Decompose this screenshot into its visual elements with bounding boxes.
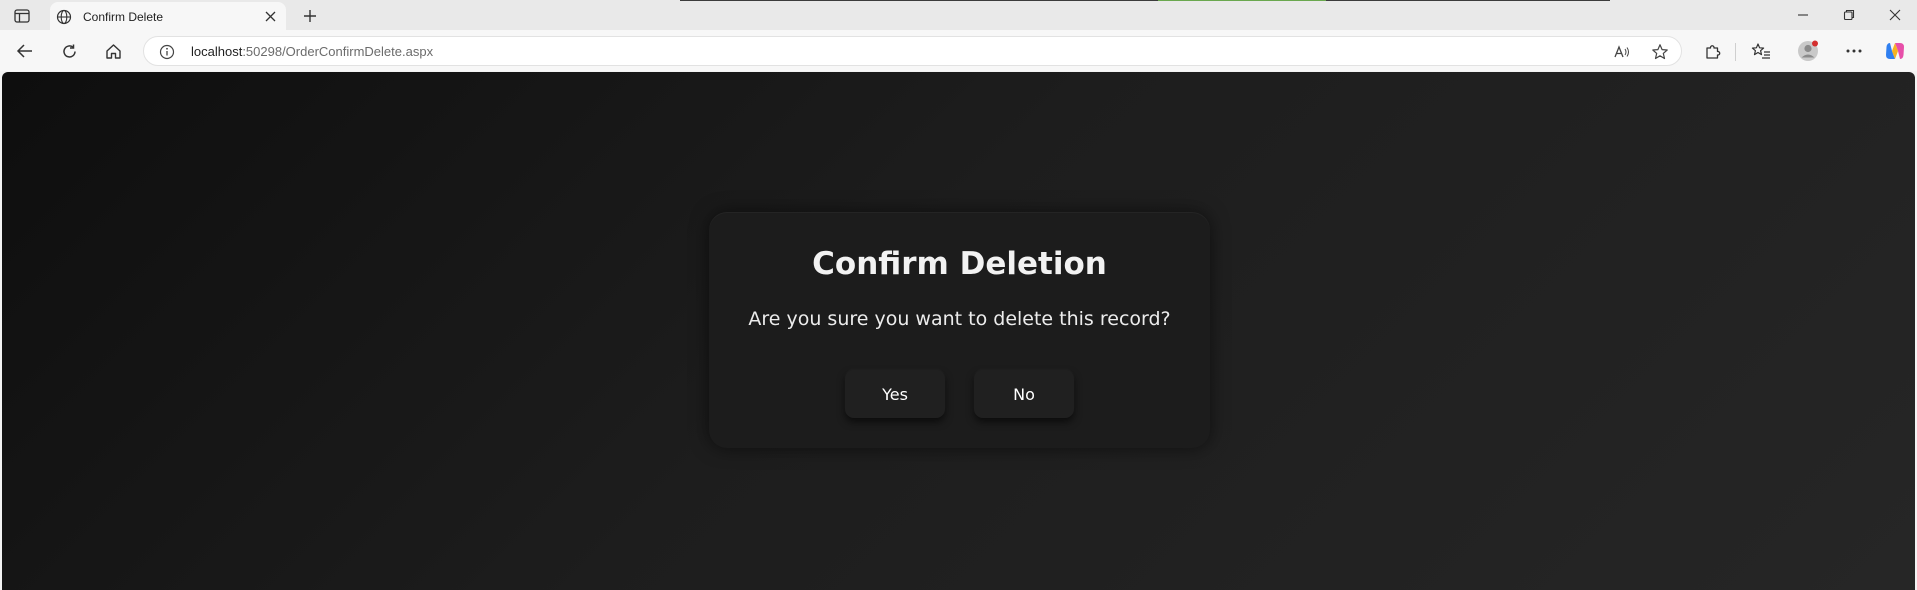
url-text: localhost:50298/OrderConfirmDelete.aspx [191,44,433,59]
favorites-icon[interactable] [1750,40,1772,62]
globe-icon [56,9,72,25]
new-tab-icon[interactable] [300,6,320,26]
tab-strip-edge [680,0,1610,1]
more-options-icon[interactable] [1843,40,1865,62]
yes-button[interactable]: Yes [845,370,945,418]
tab-bar: Confirm Delete [0,0,1917,31]
close-tab-icon[interactable] [262,9,278,25]
browser-toolbar: localhost:50298/OrderConfirmDelete.aspx [0,30,1917,71]
tab-strip-highlight [1158,0,1326,1]
restore-icon[interactable] [1834,4,1864,26]
favorite-star-icon[interactable] [1650,42,1670,62]
copilot-icon[interactable] [1884,40,1906,62]
read-aloud-icon[interactable] [1612,42,1632,62]
dialog-button-row: Yes No [709,370,1210,420]
tab-confirm-delete[interactable]: Confirm Delete [50,2,286,31]
close-window-icon[interactable] [1880,4,1910,26]
url-path: :50298/OrderConfirmDelete.aspx [242,44,434,59]
profile-avatar-icon[interactable] [1797,40,1819,62]
address-bar[interactable]: localhost:50298/OrderConfirmDelete.aspx [143,36,1682,66]
home-icon[interactable] [99,37,127,65]
back-arrow-icon[interactable] [11,37,39,65]
dialog-title: Confirm Deletion [812,246,1107,282]
dialog-message: Are you sure you want to delete this rec… [748,308,1171,330]
refresh-icon[interactable] [55,37,83,65]
page-viewport: Confirm Deletion Are you sure you want t… [2,72,1915,590]
minimize-icon[interactable] [1788,4,1818,26]
no-button[interactable]: No [974,370,1074,418]
url-host: localhost [191,44,243,59]
tab-actions-icon[interactable] [12,7,32,25]
site-info-icon[interactable] [159,44,175,60]
toolbar-divider [1735,43,1736,61]
tab-title: Confirm Delete [83,9,164,24]
extensions-icon[interactable] [1702,40,1724,62]
confirm-dialog: Confirm Deletion Are you sure you want t… [709,212,1210,448]
